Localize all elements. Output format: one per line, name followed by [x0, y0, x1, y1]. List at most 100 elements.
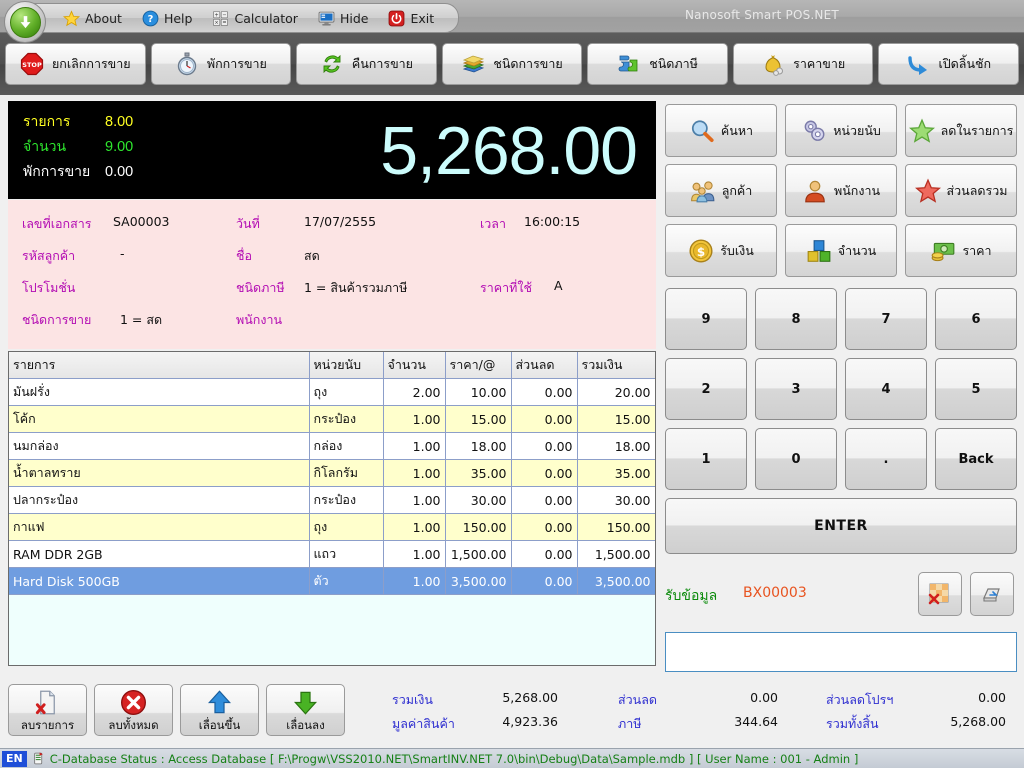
barcode-scan-input[interactable] [665, 632, 1017, 672]
main-toolbar: STOP ยกเลิกการขาย พักการขาย คืนการขาย ชน… [0, 33, 1024, 95]
toolbar-button-cancel-sale[interactable]: STOP ยกเลิกการขาย [5, 43, 146, 85]
key-0[interactable]: 0 [755, 428, 837, 490]
cell-discount: 0.00 [511, 378, 578, 406]
key-2[interactable]: 2 [665, 358, 747, 420]
cell-unit: กระป๋อง [309, 405, 384, 433]
cell-quantity: 1.00 [383, 405, 446, 433]
cell-discount: 0.00 [511, 513, 578, 541]
toolbar-button-sale-price[interactable]: ราคาขาย [732, 43, 874, 85]
cell-price: 15.00 [445, 405, 512, 433]
unit-button[interactable]: หน่วยนับ [785, 104, 897, 157]
key-1[interactable]: 1 [665, 428, 747, 490]
language-indicator[interactable]: EN [2, 750, 27, 767]
menu-item-calculator[interactable]: + − × = Calculator [206, 8, 303, 29]
toolbar-button-open-drawer[interactable]: เปิดลิ้นชัก [878, 43, 1020, 85]
keypad-row-4: ENTER [665, 498, 1017, 554]
employee-button[interactable]: พนักงาน [785, 164, 897, 217]
svg-text:+: + [215, 12, 219, 18]
table-row[interactable]: มันฝรั่ง ถุง 2.00 10.00 0.00 20.00 [9, 378, 655, 406]
status-bar: EN C-Database Status : Access Database [… [0, 748, 1024, 768]
customer-button[interactable]: ลูกค้า [665, 164, 777, 217]
move-down-button[interactable]: เลื่อนลง [266, 684, 345, 736]
grand-total-value: 5,268.00 [950, 714, 1006, 729]
table-row[interactable]: นมกล่อง กล่อง 1.00 18.00 0.00 18.00 [9, 432, 655, 460]
delete-all-button[interactable]: ลบทั้งหมด [94, 684, 173, 736]
key-5[interactable]: 5 [935, 358, 1017, 420]
column-header-item[interactable]: รายการ [9, 352, 310, 379]
discount-value: 0.00 [750, 690, 778, 705]
column-header-price[interactable]: ราคา/@ [445, 352, 512, 379]
total-discount-button-label: ส่วนลดรวม [946, 182, 1008, 198]
table-row[interactable]: น้ำตาลทราย กิโลกรัม 1.00 35.00 0.00 35.00 [9, 459, 655, 487]
column-header-amount[interactable]: รวมเงิน [577, 352, 655, 379]
virtual-keyboard-button[interactable] [970, 572, 1014, 616]
column-header-qty[interactable]: จำนวน [383, 352, 446, 379]
table-row[interactable]: กาแฟ ถุง 1.00 150.00 0.00 150.00 [9, 513, 655, 541]
table-row[interactable]: RAM DDR 2GB แถว 1.00 1,500.00 0.00 1,500.00 [9, 540, 655, 568]
menu-item-about[interactable]: About [57, 8, 128, 29]
key-7[interactable]: 7 [845, 288, 927, 350]
customer-name-label: ชื่อ [236, 248, 252, 263]
svg-text:STOP: STOP [22, 61, 42, 69]
menu-item-help[interactable]: ? Help [136, 8, 199, 29]
toolbar-button-hold-sale-label: พักการขาย [206, 56, 267, 71]
price-button[interactable]: ราคา [905, 224, 1017, 277]
employee-button-label: พนักงาน [833, 182, 881, 198]
function-button-row-3: $ รับเงิน จำนวน ราคา [665, 224, 1017, 277]
cell-item-name: น้ำตาลทราย [9, 459, 310, 487]
key-enter[interactable]: ENTER [665, 498, 1017, 554]
table-row[interactable]: ปลากระป๋อง กระป๋อง 1.00 30.00 0.00 30.00 [9, 486, 655, 514]
key-backspace[interactable]: Back [935, 428, 1017, 490]
column-header-unit[interactable]: หน่วยนับ [309, 352, 384, 379]
delete-item-button[interactable]: ลบรายการ [8, 684, 87, 736]
cell-discount: 0.00 [511, 540, 578, 568]
toolbar-button-tax-type[interactable]: ชนิดภาษี [587, 43, 728, 85]
key-4[interactable]: 4 [845, 358, 927, 420]
cell-discount: 0.00 [511, 567, 578, 595]
cell-quantity: 1.00 [383, 567, 446, 595]
cell-unit: แถว [309, 540, 384, 568]
move-up-button[interactable]: เลื่อนขึ้น [180, 684, 259, 736]
items-table-body: มันฝรั่ง ถุง 2.00 10.00 0.00 20.00 โค้ก กระป๋อง… [9, 378, 655, 595]
key-decimal[interactable]: . [845, 428, 927, 490]
total-discount-button[interactable]: ส่วนลดรวม [905, 164, 1017, 217]
red-star-icon [914, 178, 941, 204]
key-9[interactable]: 9 [665, 288, 747, 350]
arrow-down-icon [292, 689, 319, 716]
toolbar-button-sale-type[interactable]: ชนิดการขาย [441, 43, 583, 85]
cell-price: 150.00 [445, 513, 512, 541]
menu-item-hide[interactable]: Hide [312, 8, 375, 29]
toolbar-button-hold-sale[interactable]: พักการขาย [150, 43, 292, 85]
key-8[interactable]: 8 [755, 288, 837, 350]
key-6[interactable]: 6 [935, 288, 1017, 350]
toolbar-button-return-sale[interactable]: คืนการขาย [296, 43, 437, 85]
toolbar-button-sale-type-label: ชนิดการขาย [493, 56, 563, 71]
cell-quantity: 1.00 [383, 540, 446, 568]
cell-unit: ถุง [309, 378, 384, 406]
search-button[interactable]: ค้นหา [665, 104, 777, 157]
line-discount-button-label: ลดในรายการ [940, 122, 1014, 138]
table-row[interactable]: Hard Disk 500GB ตัว 1.00 3,500.00 0.00 3,500.… [9, 567, 655, 595]
cell-unit: กล่อง [309, 432, 384, 460]
display-row-quantity: จำนวน 9.00 [23, 136, 133, 161]
move-up-button-label: เลื่อนขึ้น [198, 718, 241, 732]
quantity-button[interactable]: จำนวน [785, 224, 897, 277]
money-bag-icon [761, 52, 785, 76]
cell-quantity: 1.00 [383, 486, 446, 514]
menu-item-exit[interactable]: Exit [382, 8, 440, 29]
key-3[interactable]: 3 [755, 358, 837, 420]
column-header-discount[interactable]: ส่วนลด [511, 352, 578, 379]
app-logo-button[interactable] [4, 1, 46, 43]
arrow-up-icon [206, 689, 233, 716]
cell-unit: ถุง [309, 513, 384, 541]
function-button-row-1: ค้นหา หน่วยนับ ลดในรายการ [665, 104, 1017, 157]
subtotal-value: 5,268.00 [502, 690, 558, 705]
receive-money-button[interactable]: $ รับเงิน [665, 224, 777, 277]
table-row[interactable]: โค้ก กระป๋อง 1.00 15.00 0.00 15.00 [9, 405, 655, 433]
function-button-row-2: ลูกค้า พนักงาน ส่วนลดรวม [665, 164, 1017, 217]
items-grid[interactable]: รายการ หน่วยนับ จำนวน ราคา/@ ส่วนลด รวมเ… [8, 351, 656, 666]
database-icon [32, 751, 45, 766]
clear-grid-button[interactable] [918, 572, 962, 616]
keypad-row-2: 2 3 4 5 [665, 358, 1017, 420]
line-discount-button[interactable]: ลดในรายการ [905, 104, 1017, 157]
